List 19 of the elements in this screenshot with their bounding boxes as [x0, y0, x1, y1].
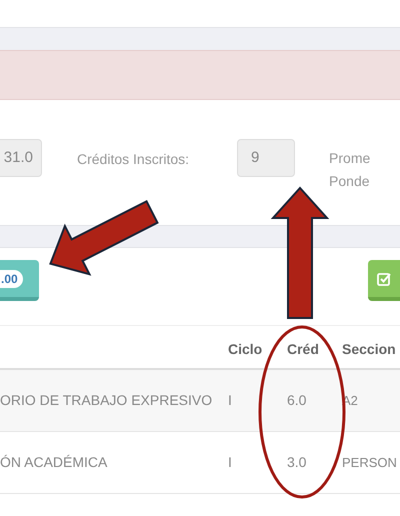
- checkbox-icon: [377, 272, 391, 286]
- column-header: Ciclo: [228, 341, 262, 357]
- table-cell: ORIO DE TRABAJO EXPRESIVO: [0, 392, 212, 408]
- field-label: Ponde: [329, 172, 370, 191]
- table-cell: ÓN ACADÉMICA: [0, 454, 108, 470]
- field-label: Créditos Inscritos:: [77, 150, 190, 169]
- column-header: Créd: [287, 341, 319, 357]
- count-badge: .00: [0, 270, 23, 288]
- table-cell: 3.0: [287, 454, 306, 470]
- table-cell: I: [228, 454, 232, 470]
- column-header: Seccion: [342, 341, 396, 357]
- input-field[interactable]: 9: [237, 139, 296, 177]
- confirm-button[interactable]: [368, 260, 400, 301]
- table-cell: I: [228, 392, 232, 408]
- badge-button[interactable]: .00: [0, 260, 39, 301]
- table-cell: PERSON: [342, 454, 397, 470]
- input-field[interactable]: 31.0: [0, 139, 42, 177]
- field-label: Prome: [329, 149, 370, 168]
- table-cell: 6.0: [287, 392, 306, 408]
